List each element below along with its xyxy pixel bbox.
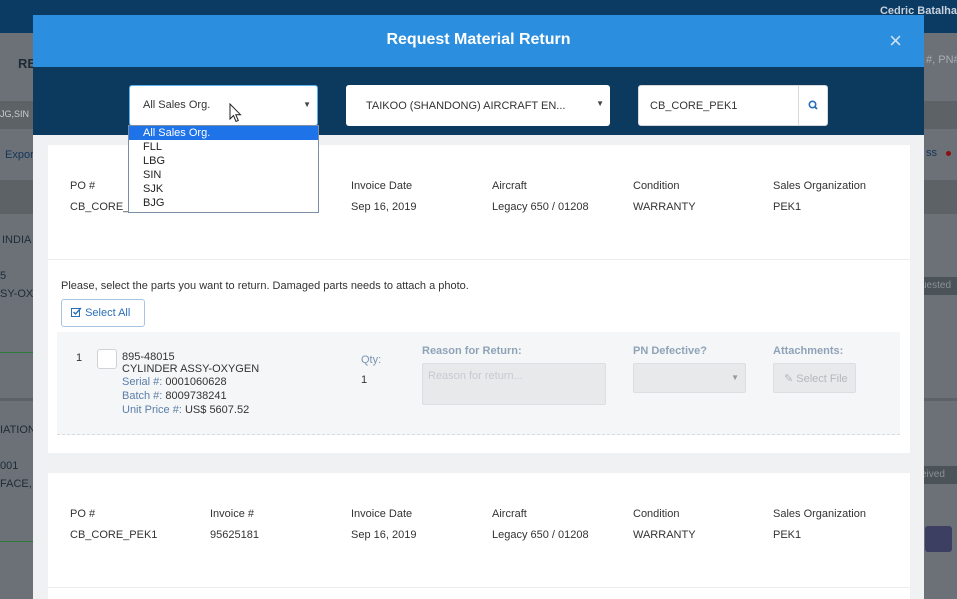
invoice-number-value: 95625181 [210, 529, 259, 541]
background-fragment: JG,SIN [0, 109, 30, 119]
mouse-cursor-icon [229, 103, 242, 123]
card-divider [48, 259, 910, 260]
po-label: PO # [70, 180, 96, 192]
customer-select[interactable]: TAIKOO (SHANDONG) AIRCRAFT EN... ▼ [346, 85, 610, 126]
paperclip-icon: ✎ [784, 373, 794, 385]
select-all-label: Select All [85, 307, 131, 319]
background-fragment: IATION [0, 424, 36, 436]
background-divider [0, 352, 33, 353]
background-fragment: FACE, [0, 478, 32, 490]
sales-organization-value: PEK1 [773, 529, 802, 541]
background-status-dot [946, 151, 951, 156]
serial-value: 0001060628 [165, 376, 227, 388]
aircraft-label: Aircraft [492, 180, 527, 192]
condition-label: Condition [633, 180, 680, 192]
condition-label: Condition [633, 508, 680, 520]
batch-number: Batch #: 8009738241 [122, 390, 227, 402]
invoice-card: PO # CB_CORE_PEK1 Invoice # 95625181 Inv… [48, 473, 910, 599]
chevron-down-icon: ▼ [596, 99, 604, 108]
part-number: 895-48015 [122, 351, 175, 363]
sales-org-option[interactable]: FLL [129, 140, 318, 154]
condition-value: WARRANTY [633, 201, 696, 213]
sales-org-value: All Sales Org. [143, 99, 211, 111]
select-file-label: Select File [796, 373, 848, 385]
search-input[interactable] [639, 86, 799, 125]
search-icon [808, 100, 818, 110]
request-material-return-modal: Request Material Return × All Sales Org.… [33, 15, 924, 599]
background-fragment: SY-OX [0, 288, 34, 300]
search-button[interactable] [798, 86, 827, 125]
po-value: CB_CORE_ [70, 201, 130, 213]
qty-label: Qty: [361, 354, 382, 366]
sales-org-select[interactable]: All Sales Org. ▼ [129, 85, 318, 126]
aircraft-label: Aircraft [492, 508, 527, 520]
sales-org-option[interactable]: SJK [129, 182, 318, 196]
chevron-down-icon: ▼ [303, 100, 311, 109]
modal-header: Request Material Return × [33, 15, 924, 67]
modal-title: Request Material Return [386, 31, 571, 48]
background-link: ss [926, 147, 937, 159]
sales-organization-label: Sales Organization [773, 508, 866, 520]
select-all-button[interactable]: Select All [61, 299, 145, 327]
qty-value: 1 [361, 374, 368, 386]
invoice-date-value: Sep 16, 2019 [351, 529, 417, 541]
sales-organization-label: Sales Organization [773, 180, 866, 192]
invoice-date-label: Invoice Date [351, 180, 413, 192]
customer-value: TAIKOO (SHANDONG) AIRCRAFT EN... [366, 100, 566, 112]
close-icon[interactable]: × [889, 30, 902, 52]
part-row: 1 895-48015 CYLINDER ASSY-OXYGEN Serial … [57, 332, 900, 435]
serial-label: Serial #: [122, 376, 163, 388]
unit-price-label: Unit Price #: [122, 404, 182, 416]
return-instructions: Please, select the parts you want to ret… [61, 280, 469, 292]
serial-number: Serial #: 0001060628 [122, 376, 227, 388]
reason-textarea[interactable]: Reason for return... [422, 363, 606, 405]
po-label: PO # [70, 508, 96, 520]
background-fragment: 001 [0, 460, 19, 472]
sales-org-option[interactable]: BJG [129, 196, 318, 210]
card-divider [48, 587, 910, 588]
batch-label: Batch #: [122, 390, 163, 402]
reason-label: Reason for Return: [422, 345, 522, 357]
po-value: CB_CORE_PEK1 [70, 529, 158, 541]
sales-org-option[interactable]: LBG [129, 154, 318, 168]
unit-price-value: US$ 5607.52 [184, 404, 250, 416]
background-button [925, 526, 952, 552]
batch-value: 8009738241 [165, 390, 227, 402]
search-box [638, 85, 828, 126]
background-divider [0, 541, 33, 542]
invoice-date-value: Sep 16, 2019 [351, 201, 417, 213]
sales-org-dropdown: All Sales Org. FLL LBG SIN SJK BJG [128, 125, 319, 213]
select-file-button[interactable]: ✎ Select File [773, 363, 856, 393]
pn-defective-select[interactable]: ▼ [633, 363, 746, 393]
background-export-link: Expor [5, 149, 34, 161]
pn-defective-label: PN Defective? [633, 345, 707, 357]
unit-price: Unit Price #: US$ 5607.52 [122, 404, 249, 416]
check-square-icon [71, 307, 82, 317]
background-search-hint: #, PN# [926, 54, 957, 66]
part-index: 1 [76, 352, 83, 364]
invoice-number-label: Invoice # [210, 508, 255, 520]
aircraft-value: Legacy 650 / 01208 [492, 529, 589, 541]
part-description: CYLINDER ASSY-OXYGEN [122, 363, 260, 375]
invoice-date-label: Invoice Date [351, 508, 413, 520]
background-fragment: 5 [0, 270, 7, 282]
sales-organization-value: PEK1 [773, 201, 802, 213]
aircraft-value: Legacy 650 / 01208 [492, 201, 589, 213]
sales-org-option[interactable]: SIN [129, 168, 318, 182]
attachments-label: Attachments: [773, 345, 844, 357]
condition-value: WARRANTY [633, 529, 696, 541]
sales-org-option[interactable]: All Sales Org. [129, 126, 318, 140]
part-checkbox[interactable] [97, 349, 117, 369]
background-fragment: INDIA [2, 234, 32, 246]
chevron-down-icon: ▼ [731, 373, 739, 382]
